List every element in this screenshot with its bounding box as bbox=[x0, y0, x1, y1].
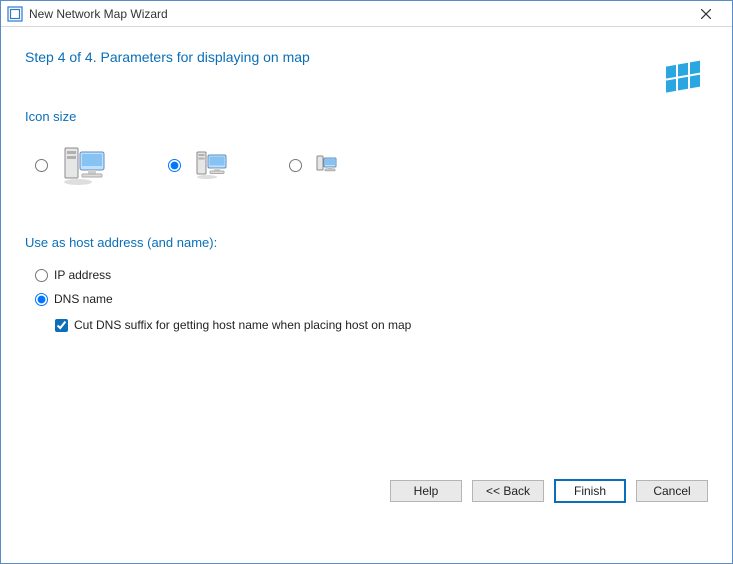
wizard-content: Step 4 of 4. Parameters for displaying o… bbox=[1, 27, 732, 519]
computer-medium-icon bbox=[195, 148, 229, 183]
icon-size-small[interactable] bbox=[289, 154, 338, 177]
icon-size-large-radio[interactable] bbox=[35, 159, 48, 172]
ip-address-radio[interactable] bbox=[35, 269, 48, 282]
cancel-button[interactable]: Cancel bbox=[636, 480, 708, 502]
dns-name-radio[interactable] bbox=[35, 293, 48, 306]
host-address-group: IP address DNS name Cut DNS suffix for g… bbox=[35, 268, 708, 332]
dns-name-option[interactable]: DNS name bbox=[35, 292, 708, 306]
step-heading: Step 4 of 4. Parameters for displaying o… bbox=[25, 49, 708, 65]
icon-size-label: Icon size bbox=[25, 109, 708, 124]
icon-size-small-radio[interactable] bbox=[289, 159, 302, 172]
map-decor-icon bbox=[664, 57, 708, 101]
computer-large-icon bbox=[62, 142, 108, 189]
icon-size-group bbox=[35, 142, 708, 189]
titlebar: New Network Map Wizard bbox=[1, 1, 732, 27]
cut-dns-suffix-label: Cut DNS suffix for getting host name whe… bbox=[74, 318, 411, 332]
close-button[interactable] bbox=[686, 2, 726, 26]
icon-size-medium-radio[interactable] bbox=[168, 159, 181, 172]
icon-size-medium[interactable] bbox=[168, 148, 229, 183]
wizard-footer: Help << Back Finish Cancel bbox=[1, 473, 732, 519]
computer-small-icon bbox=[316, 154, 338, 177]
window-title: New Network Map Wizard bbox=[29, 7, 686, 21]
back-button[interactable]: << Back bbox=[472, 480, 544, 502]
cut-dns-suffix-option[interactable]: Cut DNS suffix for getting host name whe… bbox=[55, 318, 708, 332]
ip-address-label: IP address bbox=[54, 268, 111, 282]
ip-address-option[interactable]: IP address bbox=[35, 268, 708, 282]
help-button[interactable]: Help bbox=[390, 480, 462, 502]
host-address-label: Use as host address (and name): bbox=[25, 235, 708, 250]
cut-dns-suffix-checkbox[interactable] bbox=[55, 319, 68, 332]
finish-button[interactable]: Finish bbox=[554, 479, 626, 503]
dns-name-label: DNS name bbox=[54, 292, 113, 306]
app-icon bbox=[7, 6, 23, 22]
icon-size-large[interactable] bbox=[35, 142, 108, 189]
